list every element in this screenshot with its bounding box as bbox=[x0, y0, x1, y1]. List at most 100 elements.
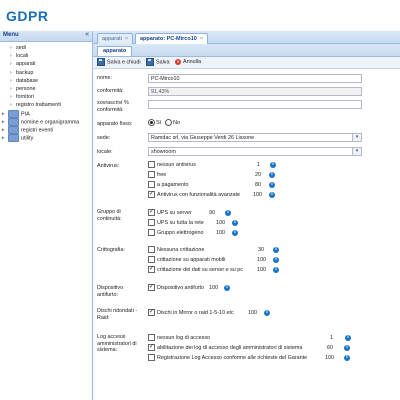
dischi-option[interactable]: Dischi in Mirror o raid 1-5-10 etc bbox=[148, 308, 234, 317]
info-icon[interactable]: i bbox=[344, 355, 350, 361]
gruppo-option[interactable]: UPS su tutta la rete bbox=[148, 219, 204, 227]
score-value: 30 bbox=[258, 247, 264, 253]
menu-folder-pia[interactable]: ▸ PIA bbox=[0, 109, 92, 118]
log-option[interactable]: Registrazione Log Accesso conforme alle … bbox=[148, 354, 307, 362]
close-icon[interactable]: × bbox=[200, 36, 203, 42]
info-icon[interactable]: i bbox=[270, 162, 276, 168]
antivirus-option[interactable]: nessun antivirus bbox=[148, 161, 196, 169]
chevron-down-icon[interactable]: ▾ bbox=[352, 134, 361, 141]
score-value: 1 bbox=[330, 335, 333, 341]
checkbox[interactable] bbox=[148, 171, 155, 179]
menu-item-backup[interactable]: › backup bbox=[0, 69, 92, 77]
tab-apparato-pc-mirco10[interactable]: apparato: PC-Mirco10 × bbox=[135, 33, 209, 44]
crittografia-option[interactable]: crittazione su apparati mobili bbox=[148, 256, 225, 264]
close-icon[interactable]: × bbox=[125, 36, 128, 42]
checkbox-checked[interactable] bbox=[148, 308, 155, 317]
sede-select[interactable]: Ramdac srl, via Giuseppe Verdi 26 Lisson… bbox=[148, 133, 362, 142]
subtab-apparato[interactable]: apparato bbox=[97, 46, 133, 56]
radio-selected-icon bbox=[148, 119, 155, 127]
log-option[interactable]: nessun log di accesso bbox=[148, 334, 210, 342]
log-option[interactable]: abilitazione dei log di accesso degli am… bbox=[148, 343, 302, 352]
chevron-down-icon[interactable]: ▾ bbox=[352, 148, 361, 155]
menu-item-apparati[interactable]: › apparati bbox=[0, 60, 92, 68]
info-icon[interactable]: i bbox=[273, 267, 279, 273]
radio-empty-icon bbox=[165, 119, 172, 127]
score-value: 100 bbox=[257, 257, 266, 263]
antivirus-option[interactable]: free bbox=[148, 171, 166, 179]
menu-item-registro-trattamenti[interactable]: › registro trattamenti bbox=[0, 101, 92, 109]
menu-folder-utility[interactable]: ▸ utility bbox=[0, 134, 92, 143]
menu-item-sedi[interactable]: › sedi bbox=[0, 44, 92, 52]
subtab-strip: apparato bbox=[93, 44, 400, 57]
antivirus-option[interactable]: a pagamento bbox=[148, 181, 188, 189]
score-value: 80 bbox=[255, 182, 261, 188]
info-icon[interactable]: i bbox=[269, 182, 275, 188]
info-icon[interactable]: i bbox=[273, 257, 279, 263]
menu-folder-nomine[interactable]: ▸ nomine e organigramma bbox=[0, 117, 92, 126]
save-close-button[interactable]: Salva e chiudi bbox=[97, 58, 141, 67]
crittografia-option[interactable]: Nessuna crittazione bbox=[148, 246, 204, 254]
locale-select[interactable]: showroom ▾ bbox=[148, 147, 362, 156]
info-icon[interactable]: i bbox=[232, 220, 238, 226]
info-icon[interactable]: i bbox=[273, 247, 279, 253]
checkbox[interactable] bbox=[148, 256, 155, 264]
menu-item-locali[interactable]: › locali bbox=[0, 52, 92, 60]
crittografia-option[interactable]: crittazione dei dati su server e su pc bbox=[148, 265, 243, 274]
gruppo-continuita-label: Gruppo di continuità: bbox=[97, 209, 122, 222]
menu-folder-registri-eventi[interactable]: ▸ registri eventi bbox=[0, 125, 92, 134]
checkbox-checked[interactable] bbox=[148, 283, 155, 292]
menu-title: Menu bbox=[3, 32, 19, 38]
cancel-button[interactable]: ✕ Annulla bbox=[175, 58, 201, 67]
checkbox[interactable] bbox=[148, 246, 155, 254]
menu-item-fornitori[interactable]: › fornitori bbox=[0, 93, 92, 101]
folder-icon bbox=[8, 117, 19, 126]
checkbox-checked[interactable] bbox=[148, 190, 155, 199]
antifurto-label: Dispositivo antifurto: bbox=[97, 285, 124, 298]
gruppo-option[interactable]: Gruppo elettrogeno bbox=[148, 229, 203, 237]
menu-item-persone[interactable]: › persone bbox=[0, 85, 92, 93]
checkbox[interactable] bbox=[148, 334, 155, 342]
gruppo-option[interactable]: UPS su server bbox=[148, 208, 192, 217]
checkbox[interactable] bbox=[148, 219, 155, 227]
checkbox[interactable] bbox=[148, 354, 155, 362]
apparato-fisso-no-radio[interactable]: No bbox=[165, 119, 180, 127]
checkbox-checked[interactable] bbox=[148, 208, 155, 217]
checkbox-checked[interactable] bbox=[148, 343, 155, 352]
info-icon[interactable]: i bbox=[264, 310, 270, 316]
sovrascrivi-label: sovrascrivi % conformità: bbox=[97, 100, 129, 113]
info-icon[interactable]: i bbox=[232, 230, 238, 236]
app-header: GDPR bbox=[0, 0, 400, 31]
sovrascrivi-field[interactable] bbox=[148, 100, 362, 109]
score-value: 100 bbox=[209, 285, 218, 291]
conformita-field: 91,43% bbox=[148, 87, 362, 96]
info-icon[interactable]: i bbox=[269, 192, 275, 198]
score-value: 100 bbox=[253, 192, 262, 198]
checkbox[interactable] bbox=[148, 229, 155, 237]
checkbox[interactable] bbox=[148, 181, 155, 189]
score-value: 90 bbox=[209, 210, 215, 216]
info-icon[interactable]: i bbox=[269, 172, 275, 178]
info-icon[interactable]: i bbox=[224, 285, 230, 291]
tab-apparati[interactable]: apparati × bbox=[97, 33, 134, 44]
menu-panel: Menu « › sedi › locali › apparati › backup ›… bbox=[0, 31, 93, 400]
checkbox-checked[interactable] bbox=[148, 265, 155, 274]
info-icon[interactable]: i bbox=[344, 345, 350, 351]
nome-field[interactable]: PC-Mirco10 bbox=[148, 74, 362, 83]
menu-item-database[interactable]: › database bbox=[0, 77, 92, 85]
dischi-label: Dischi ridondati - Raid: bbox=[97, 308, 138, 321]
score-value: 20 bbox=[255, 172, 261, 178]
apparato-fisso-yes-radio[interactable]: Sì bbox=[148, 119, 161, 127]
folder-icon bbox=[8, 109, 19, 118]
checkbox[interactable] bbox=[148, 161, 155, 169]
menu-panel-header: Menu « bbox=[0, 31, 92, 42]
info-icon[interactable]: i bbox=[225, 210, 231, 216]
antifurto-option[interactable]: Dispositivo antifurto bbox=[148, 283, 204, 292]
collapse-panel-icon[interactable]: « bbox=[85, 31, 89, 38]
save-icon bbox=[97, 58, 105, 66]
save-icon bbox=[146, 58, 154, 66]
tab-strip: apparati × apparato: PC-Mirco10 × bbox=[93, 31, 400, 44]
antivirus-option[interactable]: Antivirus con funzionalità avanzate bbox=[148, 190, 240, 199]
info-icon[interactable]: i bbox=[345, 335, 351, 341]
sede-label: sede: bbox=[97, 135, 111, 141]
save-button[interactable]: Salva bbox=[146, 58, 170, 67]
